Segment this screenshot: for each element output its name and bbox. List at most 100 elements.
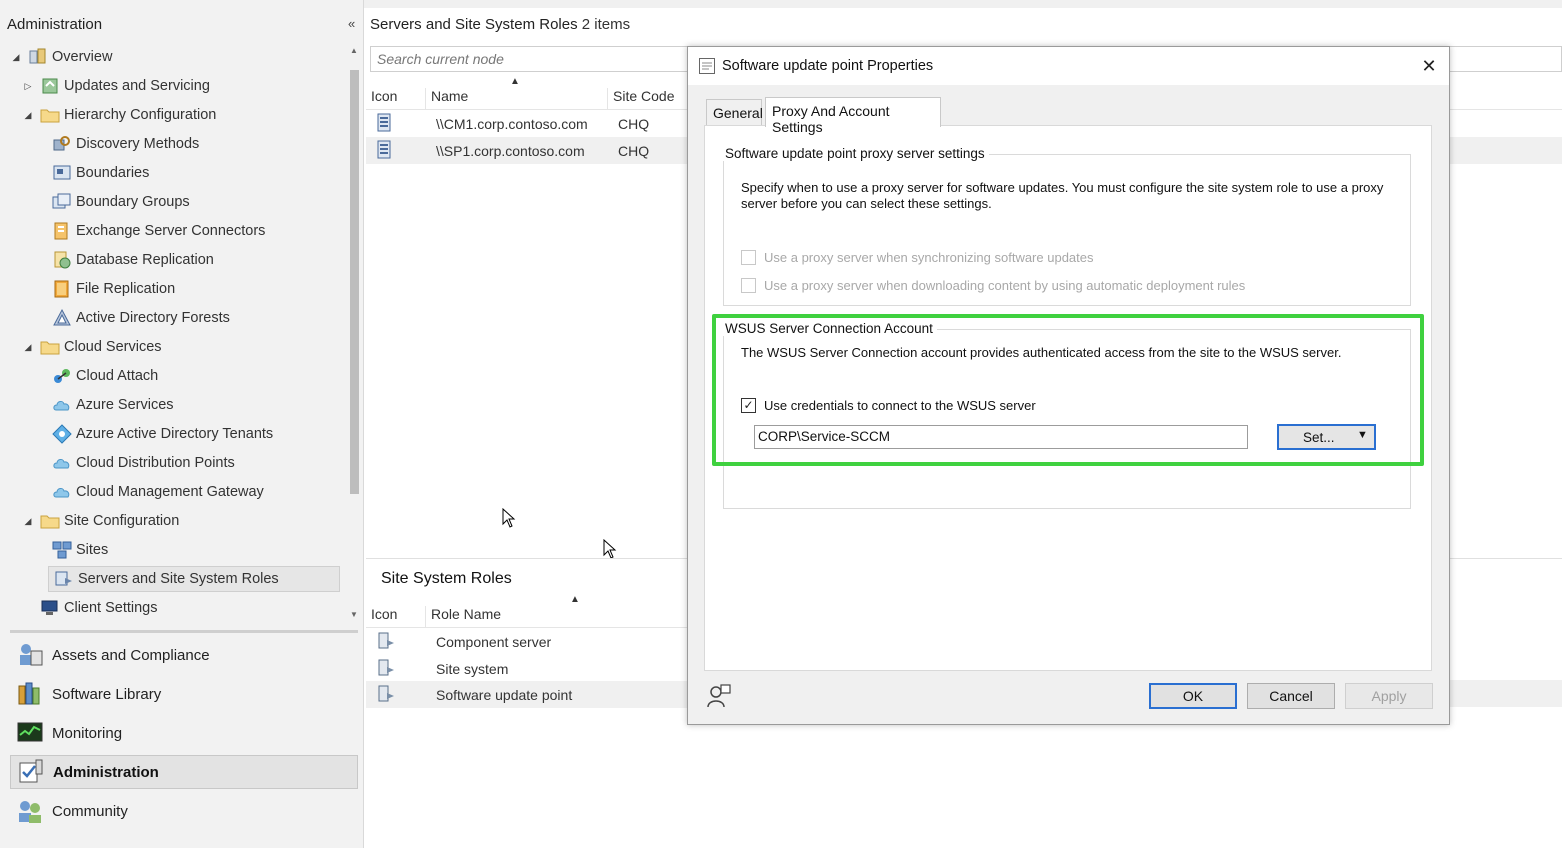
workspace-administration[interactable]: Administration — [10, 755, 358, 789]
list-item-count: 2 items — [581, 16, 631, 33]
server-roles-icon — [54, 569, 74, 589]
cloud-icon — [52, 453, 72, 473]
server-name: \\SP1.corp.contoso.com — [436, 143, 585, 159]
pane-splitter[interactable] — [10, 630, 358, 633]
tree-item[interactable]: Boundaries — [52, 160, 149, 186]
database-icon — [52, 250, 72, 270]
details-divider[interactable] — [366, 558, 696, 559]
column-header-icon[interactable]: Icon — [366, 88, 426, 110]
folder-icon — [40, 511, 60, 531]
tree-item[interactable]: Exchange Server Connectors — [52, 218, 265, 244]
tree-item[interactable]: Client Settings — [40, 595, 158, 621]
apply-button[interactable]: Apply — [1345, 683, 1433, 709]
sites-icon — [52, 540, 72, 560]
table-row[interactable]: \\CM1.corp.contoso.com CHQ — [366, 110, 696, 137]
proxy-description: Specify when to use a proxy server for s… — [741, 180, 1384, 211]
server-list-header: Icon Name Site Code — [366, 84, 696, 110]
server-site-code: CHQ — [618, 143, 650, 159]
scrollbar-thumb[interactable] — [350, 70, 359, 494]
tab-proxy-and-account-settings[interactable]: Proxy And Account Settings — [765, 97, 941, 135]
dialog-titlebar[interactable]: Software update point Properties ✕ — [688, 47, 1449, 85]
row-extension — [1450, 680, 1562, 707]
help-icon[interactable] — [704, 683, 732, 709]
tree-item[interactable]: Cloud Attach — [52, 363, 158, 389]
library-icon — [16, 680, 44, 708]
tree-item-label: Site Configuration — [64, 513, 180, 529]
assets-icon — [16, 641, 44, 669]
row-extension — [1450, 137, 1562, 164]
list-title: Servers and Site System Roles 2 items — [370, 16, 630, 33]
tree-item-label: Cloud Services — [64, 339, 162, 355]
close-button[interactable]: ✕ — [1418, 55, 1440, 77]
search-input[interactable]: Search current node — [370, 46, 690, 72]
cancel-button[interactable]: Cancel — [1247, 683, 1335, 709]
ok-button[interactable]: OK — [1149, 683, 1237, 709]
tree-item[interactable]: Boundary Groups — [52, 189, 190, 215]
exchange-icon — [52, 221, 72, 241]
table-row[interactable]: \\SP1.corp.contoso.com CHQ — [366, 137, 696, 164]
mouse-pointer-icon — [603, 539, 617, 559]
tree-item[interactable]: Active Directory Forests — [52, 305, 230, 331]
column-header-role-name[interactable]: Role Name — [426, 606, 696, 628]
tree-item[interactable]: Discovery Methods — [52, 131, 199, 157]
scroll-up-icon[interactable]: ▲ — [350, 46, 358, 55]
tree-item[interactable]: ◢ Site Configuration — [25, 508, 180, 534]
tree-item[interactable]: ◢ Cloud Services — [25, 334, 162, 360]
file-replication-icon — [52, 279, 72, 299]
list-item[interactable]: Software update point — [366, 681, 696, 708]
tree-item[interactable]: Azure Services — [52, 392, 174, 418]
tree-item[interactable]: ◢ Hierarchy Configuration — [25, 102, 217, 128]
details-divider-extension — [1450, 558, 1562, 559]
role-name: Component server — [436, 634, 552, 650]
tree-item[interactable]: Servers and Site System Roles — [48, 566, 340, 592]
workspace-software-library[interactable]: Software Library — [10, 677, 358, 711]
tree-item[interactable]: ▷ Updates and Servicing — [25, 73, 210, 99]
collapse-icon[interactable]: ◢ — [10, 52, 22, 63]
proxy-sync-checkbox[interactable] — [741, 249, 756, 265]
administration-icon — [17, 758, 45, 786]
site-system-roles-title: Site System Roles — [381, 570, 512, 587]
set-account-button[interactable]: Set... ▼ — [1277, 424, 1376, 450]
account-name-field[interactable]: CORP\Service-SCCM — [754, 425, 1248, 449]
list-item[interactable]: Site system — [366, 655, 696, 682]
tree-item[interactable]: Cloud Distribution Points — [52, 450, 235, 476]
roles-list-header: Icon Role Name — [366, 602, 696, 628]
boundary-groups-icon — [52, 192, 72, 212]
proxy-adr-option[interactable]: Use a proxy server when downloading cont… — [741, 276, 1245, 294]
workspace-assets-and-compliance[interactable]: Assets and Compliance — [10, 638, 358, 672]
tree-item[interactable]: Azure Active Directory Tenants — [52, 421, 273, 447]
collapse-icon[interactable]: ◢ — [22, 342, 34, 353]
tree-item[interactable]: Cloud Management Gateway — [52, 479, 264, 505]
tree-item-label: Active Directory Forests — [76, 310, 230, 326]
tab-general[interactable]: General — [706, 99, 763, 127]
tree-item-label: Overview — [52, 49, 113, 65]
expand-icon[interactable]: ▷ — [22, 81, 34, 92]
tree-item[interactable]: ◢ Overview — [13, 44, 113, 70]
collapse-icon[interactable]: ◢ — [22, 516, 34, 527]
aad-icon — [52, 424, 72, 444]
workspace-community[interactable]: Community — [10, 794, 358, 828]
tree-item-label: Boundary Groups — [76, 194, 190, 210]
tree-item-label: Servers and Site System Roles — [78, 571, 279, 587]
discovery-icon — [52, 134, 72, 154]
proxy-adr-checkbox[interactable] — [741, 277, 756, 293]
collapse-icon[interactable]: ◢ — [22, 110, 34, 121]
scroll-down-icon[interactable]: ▼ — [350, 610, 358, 619]
tree-scrollbar[interactable]: ▲ ▼ — [348, 42, 362, 630]
role-icon — [376, 684, 396, 707]
column-header-icon[interactable]: Icon — [366, 606, 426, 628]
tree-item[interactable]: File Replication — [52, 276, 175, 302]
list-item[interactable]: Component server — [366, 628, 696, 655]
dialog-title: Software update point Properties — [722, 58, 934, 74]
navigation-tree: ◢ Overview ▷ Updates and Servicing ◢ Hierarch… — [0, 42, 348, 630]
search-input-extension — [1450, 46, 1562, 72]
column-header-name[interactable]: Name — [426, 88, 608, 110]
column-header-site-code[interactable]: Site Code — [608, 88, 696, 110]
tree-item[interactable]: Sites — [52, 537, 108, 563]
dropdown-arrow-icon: ▼ — [1357, 429, 1368, 441]
tree-item[interactable]: Database Replication — [52, 247, 214, 273]
collapse-pane-button[interactable]: « — [348, 16, 355, 31]
proxy-sync-option[interactable]: Use a proxy server when synchronizing so… — [741, 248, 1094, 266]
workspace-monitoring[interactable]: Monitoring — [10, 716, 358, 750]
properties-icon — [699, 58, 715, 74]
